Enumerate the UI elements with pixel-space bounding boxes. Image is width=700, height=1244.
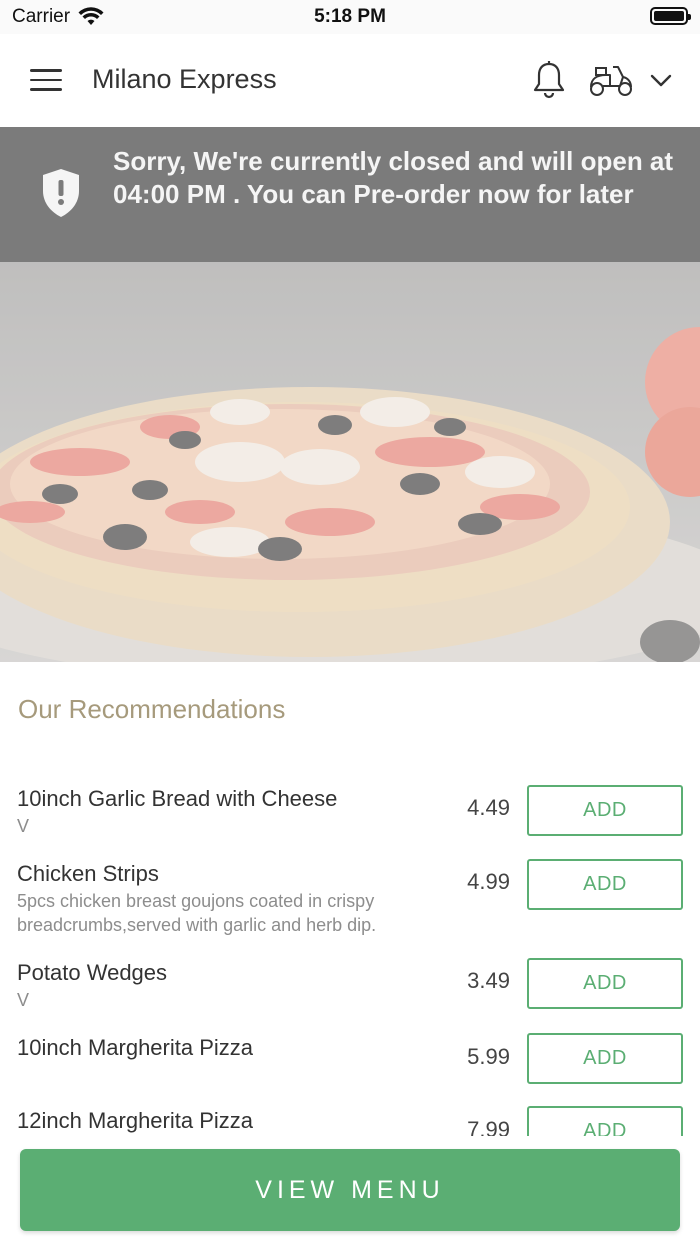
add-button[interactable]: ADD — [527, 958, 683, 1009]
status-bar: Carrier 5:18 PM — [0, 0, 700, 34]
recommendations-list: 10inch Garlic Bread with Cheese V 4.49 A… — [0, 784, 700, 1136]
item-price: 7.99 — [467, 1117, 510, 1136]
status-right — [650, 7, 691, 25]
item-desc: 5pcs chicken breast goujons coated in cr… — [17, 891, 377, 935]
bell-icon[interactable] — [532, 60, 566, 100]
item-price: 3.49 — [467, 968, 510, 993]
recommendations-title: Our Recommendations — [18, 694, 286, 724]
scooter-icon[interactable] — [588, 62, 634, 98]
item-name: 10inch Margherita Pizza — [17, 1035, 254, 1060]
status-time: 5:18 PM — [314, 6, 386, 27]
item-name: Chicken Strips — [17, 861, 159, 886]
app-screen: Carrier 5:18 PM Milano Express Sorry, We… — [0, 0, 700, 1244]
item-name: 12inch Margherita Pizza — [17, 1108, 254, 1133]
add-button[interactable]: ADD — [527, 1033, 683, 1084]
app-header: Milano Express — [0, 34, 700, 127]
closed-banner: Sorry, We're currently closed and will o… — [0, 127, 700, 262]
hero-pizza-image — [0, 262, 700, 662]
view-menu-button[interactable]: VIEW MENU — [20, 1149, 680, 1231]
app-title: Milano Express — [92, 64, 277, 94]
add-button[interactable]: ADD — [527, 1106, 683, 1136]
item-name: Potato Wedges — [17, 960, 168, 985]
item-price: 4.99 — [467, 869, 510, 894]
add-button[interactable]: ADD — [527, 859, 683, 910]
item-name: 10inch Garlic Bread with Cheese — [17, 786, 338, 811]
hamburger-menu-icon[interactable] — [30, 69, 62, 93]
battery-icon — [650, 7, 691, 25]
shield-alert-icon — [43, 169, 79, 217]
item-price: 4.49 — [467, 795, 510, 820]
item-desc: V — [17, 816, 30, 836]
item-desc: V — [17, 990, 30, 1010]
add-button[interactable]: ADD — [527, 785, 683, 836]
item-price: 5.99 — [467, 1044, 510, 1069]
chevron-down-icon[interactable] — [648, 68, 674, 92]
closed-banner-text: Sorry, We're currently closed and will o… — [113, 146, 674, 209]
